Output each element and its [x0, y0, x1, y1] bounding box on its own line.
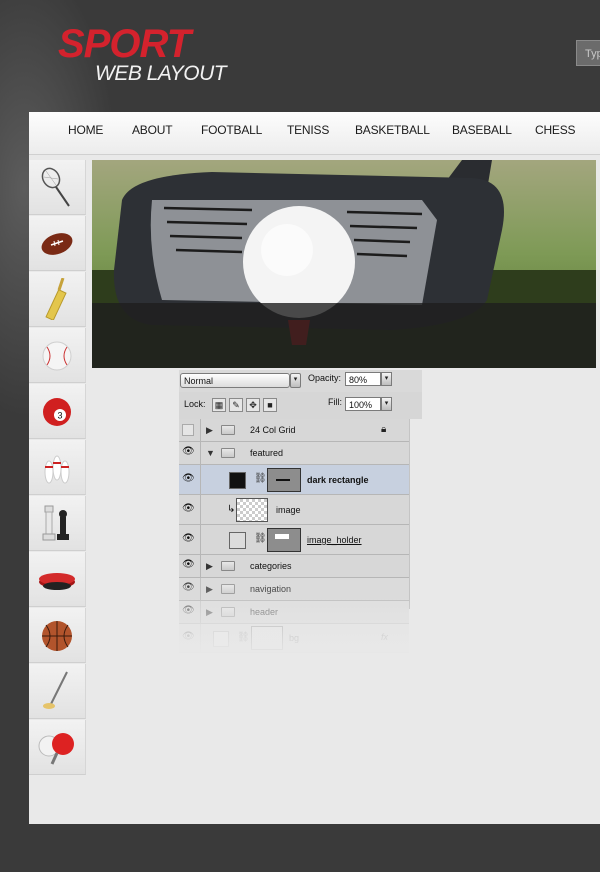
eye-icon: 👁︎ [182, 473, 195, 484]
folder-icon [221, 425, 235, 435]
category-ping-pong[interactable] [29, 720, 86, 775]
golf-club-icon [43, 671, 68, 709]
svg-text:3: 3 [58, 411, 63, 421]
layer-image[interactable]: 👁︎ ↳ image [179, 495, 409, 525]
dark-rectangle-overlay [92, 303, 596, 368]
badminton-racket-icon [41, 167, 70, 207]
fill-dropdown-icon[interactable]: ▾ [381, 397, 392, 411]
layer-group-categories[interactable]: 👁︎ ▶ categories [179, 555, 409, 578]
layer-name: categories [250, 561, 292, 571]
layer-name: featured [250, 448, 284, 458]
layer-dark-rectangle[interactable]: 👁︎ ⛓︎ dark rectangle [179, 465, 409, 495]
layer-group-featured[interactable]: 👁︎ ▼ featured [179, 442, 409, 465]
category-football[interactable] [29, 216, 86, 271]
category-basketball[interactable] [29, 608, 86, 663]
eye-icon: 👁︎ [182, 533, 195, 544]
nav-item-basketball[interactable]: BASKETBALL [355, 123, 430, 137]
expand-triangle-icon[interactable]: ▶ [206, 425, 213, 436]
layer-color-swatch [229, 472, 246, 489]
expand-triangle-icon[interactable]: ▶ [206, 584, 213, 595]
football-icon [41, 233, 73, 255]
expand-triangle-icon[interactable]: ▶ [206, 561, 213, 572]
main-navigation: HOME ABOUT FOOTBALL TENISS BASKETBALL BA… [29, 112, 600, 155]
category-bowling[interactable] [29, 440, 86, 495]
folder-icon [221, 448, 235, 458]
category-badminton[interactable] [29, 160, 86, 215]
clip-arrow-icon: ↳ [227, 504, 236, 515]
nav-item-home[interactable]: HOME [68, 123, 103, 137]
photoshop-layers-panel: Normal ▾ Opacity: 80% ▾ Lock: ▦ ✎ ✥ ■ Fi… [179, 370, 423, 670]
visibility-toggle[interactable]: 👁︎ [179, 495, 201, 524]
folder-icon [221, 561, 235, 571]
nav-item-chess[interactable]: CHESS [535, 123, 576, 137]
cricket-bat-icon [45, 278, 67, 320]
category-hockey[interactable] [29, 552, 86, 607]
vector-mask-thumbnail [267, 468, 301, 492]
layer-name: image [276, 505, 301, 515]
lock-move-icon[interactable]: ✥ [246, 398, 260, 412]
chess-pieces-icon [42, 505, 69, 541]
basketball-icon [42, 621, 72, 651]
fill-input[interactable]: 100% [345, 397, 381, 411]
lock-all-icon[interactable]: ■ [263, 398, 277, 412]
nav-item-about[interactable]: ABOUT [132, 123, 173, 137]
fill-label: Fill: [328, 397, 342, 407]
hockey-puck-icon [39, 573, 75, 590]
panel-fade-overlay [179, 598, 422, 670]
link-icon: ⛓︎ [254, 473, 267, 484]
visibility-toggle[interactable]: 👁︎ [179, 555, 201, 577]
vector-mask-thumbnail [267, 528, 301, 552]
blend-mode-select[interactable]: Normal [180, 373, 290, 388]
visibility-toggle[interactable]: 👁︎ [179, 465, 201, 494]
logo-web-layout-text: WEB LAYOUT [95, 62, 227, 85]
link-icon: ⛓︎ [254, 533, 267, 544]
blend-mode-dropdown-icon[interactable]: ▾ [290, 373, 301, 388]
layer-image-holder[interactable]: 👁︎ ⛓︎ image_holder [179, 525, 409, 555]
layers-scrollbar[interactable] [409, 419, 423, 609]
layer-name: navigation [250, 584, 292, 594]
opacity-input[interactable]: 80% [345, 372, 381, 386]
category-chess[interactable] [29, 496, 86, 551]
layer-color-swatch [229, 532, 246, 549]
layer-group-24-col-grid[interactable]: ▶ 24 Col Grid 🔒︎ [179, 419, 409, 442]
nav-item-teniss[interactable]: TENISS [287, 123, 329, 137]
image-thumbnail [236, 498, 268, 522]
eye-icon: 👁︎ [182, 582, 195, 593]
eye-icon: 👁︎ [182, 559, 195, 570]
billiard-ball-icon: 3 [43, 398, 71, 426]
category-cricket[interactable] [29, 272, 86, 327]
search-input[interactable]: Typ [576, 40, 600, 66]
opacity-dropdown-icon[interactable]: ▾ [381, 372, 392, 386]
nav-item-football[interactable]: FOOTBALL [201, 123, 262, 137]
baseball-icon [42, 341, 72, 371]
category-baseball[interactable] [29, 328, 86, 383]
lock-transparency-icon[interactable]: ▦ [212, 398, 226, 412]
bowling-pins-icon [44, 455, 70, 484]
featured-image[interactable] [92, 160, 596, 368]
lock-label: Lock: [184, 399, 206, 409]
layer-name: image_holder [307, 535, 362, 545]
layer-name: 24 Col Grid [250, 425, 296, 435]
visibility-toggle[interactable]: 👁︎ [179, 525, 201, 554]
nav-item-baseball[interactable]: BASEBALL [452, 123, 512, 137]
folder-icon [221, 584, 235, 594]
visibility-toggle[interactable] [179, 419, 201, 441]
eye-icon: 👁︎ [182, 503, 195, 514]
logo-sport-text: SPORT [58, 22, 191, 66]
layer-name: dark rectangle [307, 475, 369, 485]
category-billiards[interactable]: 3 [29, 384, 86, 439]
category-golf[interactable] [29, 664, 86, 719]
lock-brush-icon[interactable]: ✎ [229, 398, 243, 412]
collapse-triangle-icon[interactable]: ▼ [206, 448, 215, 458]
opacity-label: Opacity: [308, 373, 342, 383]
visibility-toggle[interactable]: 👁︎ [179, 442, 201, 464]
lock-icon: 🔒︎ [381, 424, 387, 435]
eye-icon: 👁︎ [182, 446, 195, 457]
blend-opacity-row: Normal ▾ Opacity: 80% ▾ [179, 370, 422, 393]
ping-pong-icon [38, 733, 74, 765]
visibility-toggle[interactable]: 👁︎ [179, 578, 201, 600]
lock-fill-row: Lock: ▦ ✎ ✥ ■ Fill: 100% ▾ [179, 392, 422, 420]
